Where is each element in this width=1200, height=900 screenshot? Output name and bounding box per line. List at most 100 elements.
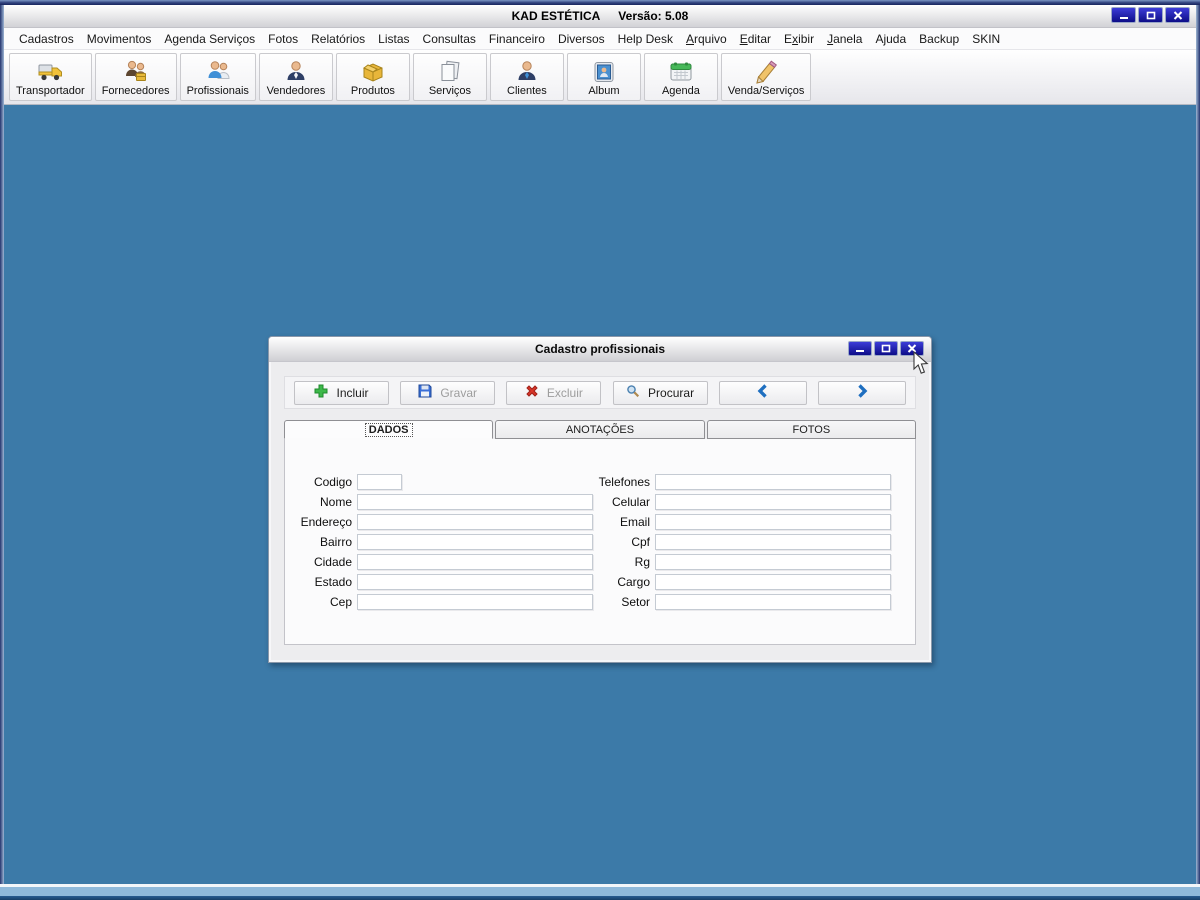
setor-input[interactable] xyxy=(655,593,891,610)
codigo-input[interactable] xyxy=(357,473,402,490)
plus-icon xyxy=(314,384,328,401)
seller-icon xyxy=(283,57,309,85)
menu-item-ajuda[interactable]: Ajuda xyxy=(870,30,911,48)
tab-dados[interactable]: DADOS xyxy=(284,420,494,439)
toolbar-label: Clientes xyxy=(507,85,547,97)
cep-label: Cep xyxy=(329,594,352,609)
form-row: Codigo xyxy=(286,473,593,490)
mouse-cursor xyxy=(912,350,929,376)
excluir-button[interactable]: Excluir xyxy=(506,380,602,405)
bairro-input[interactable] xyxy=(357,533,593,550)
email-input[interactable] xyxy=(655,513,891,530)
menu-item-consultas[interactable]: Consultas xyxy=(418,30,481,48)
menu-bar: Cadastros Movimentos Agenda Serviços Fot… xyxy=(4,28,1196,50)
nome-label: Nome xyxy=(319,494,352,509)
toolbar-button-produtos[interactable]: Produtos xyxy=(335,53,410,101)
tab-fotos[interactable]: FOTOS xyxy=(706,420,916,439)
form-row: Email xyxy=(586,513,891,530)
toolbar-button-profissionais[interactable]: Profissionais xyxy=(179,53,256,101)
form-row: Setor xyxy=(586,593,891,610)
setor-label: Setor xyxy=(621,594,650,609)
form-row: Cpf xyxy=(586,533,891,550)
tab-anotacoes[interactable]: ANOTAÇÕES xyxy=(495,420,705,439)
incluir-button[interactable]: Incluir xyxy=(294,380,389,405)
main-titlebar: KAD ESTÉTICA Versão: 5.08 xyxy=(4,5,1196,28)
email-label: Email xyxy=(619,514,650,529)
cargo-input[interactable] xyxy=(655,573,891,590)
endereco-input[interactable] xyxy=(357,513,593,530)
rg-input[interactable] xyxy=(655,553,891,570)
professionals-icon xyxy=(205,57,231,85)
close-button[interactable] xyxy=(1165,7,1190,23)
form-row: Estado xyxy=(286,573,593,590)
truck-icon xyxy=(37,57,64,85)
telefones-input[interactable] xyxy=(655,473,891,490)
menu-item-backup[interactable]: Backup xyxy=(914,30,964,48)
toolbar-button-agenda[interactable]: Agenda xyxy=(643,53,718,101)
menu-item-arquivo[interactable]: Arquivo xyxy=(681,30,732,48)
bairro-label: Bairro xyxy=(319,534,352,549)
form-column-right: Telefones Celular Email Cpf Rg Cargo Set… xyxy=(586,473,891,613)
toolbar-button-clientes[interactable]: Clientes xyxy=(489,53,564,101)
menu-item-diversos[interactable]: Diversos xyxy=(553,30,610,48)
minimize-icon xyxy=(855,341,865,356)
delete-x-icon xyxy=(525,384,539,401)
cidade-input[interactable] xyxy=(357,553,593,570)
toolbar-button-venda-servicos[interactable]: Venda/Serviços xyxy=(720,53,812,101)
menu-item-listas[interactable]: Listas xyxy=(373,30,414,48)
nome-input[interactable] xyxy=(357,493,593,510)
main-toolbar: Transportador Fornecedores Profissionais… xyxy=(4,50,1196,105)
window-frame-right xyxy=(1196,5,1200,900)
toolbar-button-transportador[interactable]: Transportador xyxy=(9,53,92,101)
menu-item-exibir[interactable]: Exibir xyxy=(779,30,819,48)
menu-item-cadastros[interactable]: Cadastros xyxy=(14,30,79,48)
previous-record-button[interactable] xyxy=(718,380,807,405)
menu-item-skin[interactable]: SKIN xyxy=(967,30,1005,48)
estado-input[interactable] xyxy=(357,573,593,590)
celular-label: Celular xyxy=(611,494,650,509)
dados-tab-panel: Codigo Nome Endereço Bairro Cidade Estad… xyxy=(284,439,916,645)
maximize-icon xyxy=(881,341,891,356)
menu-item-editar[interactable]: Editar xyxy=(735,30,776,48)
form-row: Celular xyxy=(586,493,891,510)
dialog-action-toolbar: Incluir Gravar Excluir Procurar xyxy=(284,376,916,409)
maximize-button[interactable] xyxy=(1138,7,1163,23)
toolbar-button-album[interactable]: Album xyxy=(566,53,641,101)
client-icon xyxy=(514,57,540,85)
maximize-icon xyxy=(1146,8,1156,23)
dialog-maximize-button[interactable] xyxy=(874,341,898,356)
dialog-minimize-button[interactable] xyxy=(848,341,872,356)
toolbar-button-servicos[interactable]: Serviços xyxy=(412,53,487,101)
calendar-icon xyxy=(668,57,694,85)
suppliers-icon xyxy=(123,57,149,85)
menu-item-help-desk[interactable]: Help Desk xyxy=(613,30,678,48)
menu-item-movimentos[interactable]: Movimentos xyxy=(82,30,157,48)
cargo-label: Cargo xyxy=(617,574,650,589)
toolbar-button-fornecedores[interactable]: Fornecedores xyxy=(94,53,177,101)
pencil-icon xyxy=(753,57,779,85)
menu-item-fotos[interactable]: Fotos xyxy=(263,30,303,48)
cpf-input[interactable] xyxy=(655,533,891,550)
toolbar-button-vendedores[interactable]: Vendedores xyxy=(258,53,333,101)
form-row: Cidade xyxy=(286,553,593,570)
form-row: Telefones xyxy=(586,473,891,490)
celular-input[interactable] xyxy=(655,493,891,510)
form-row: Cep xyxy=(286,593,593,610)
dialog-title: Cadastro profissionais xyxy=(534,342,666,356)
gravar-button[interactable]: Gravar xyxy=(400,380,496,405)
cep-input[interactable] xyxy=(357,593,593,610)
dialog-tab-bar: DADOS ANOTAÇÕES FOTOS xyxy=(284,420,916,439)
menu-item-janela[interactable]: Janela xyxy=(822,30,867,48)
album-icon xyxy=(591,57,617,85)
menu-item-relatorios[interactable]: Relatórios xyxy=(306,30,370,48)
menu-item-financeiro[interactable]: Financeiro xyxy=(484,30,550,48)
chevron-left-icon xyxy=(756,384,770,401)
toolbar-label: Venda/Serviços xyxy=(727,85,805,97)
menu-item-agenda-servicos[interactable]: Agenda Serviços xyxy=(159,30,260,48)
chevron-right-icon xyxy=(855,384,869,401)
minimize-button[interactable] xyxy=(1111,7,1136,23)
next-record-button[interactable] xyxy=(817,380,906,405)
procurar-button[interactable]: Procurar xyxy=(612,380,708,405)
form-column-left: Codigo Nome Endereço Bairro Cidade Estad… xyxy=(286,473,593,613)
toolbar-label: Profissionais xyxy=(186,85,249,97)
